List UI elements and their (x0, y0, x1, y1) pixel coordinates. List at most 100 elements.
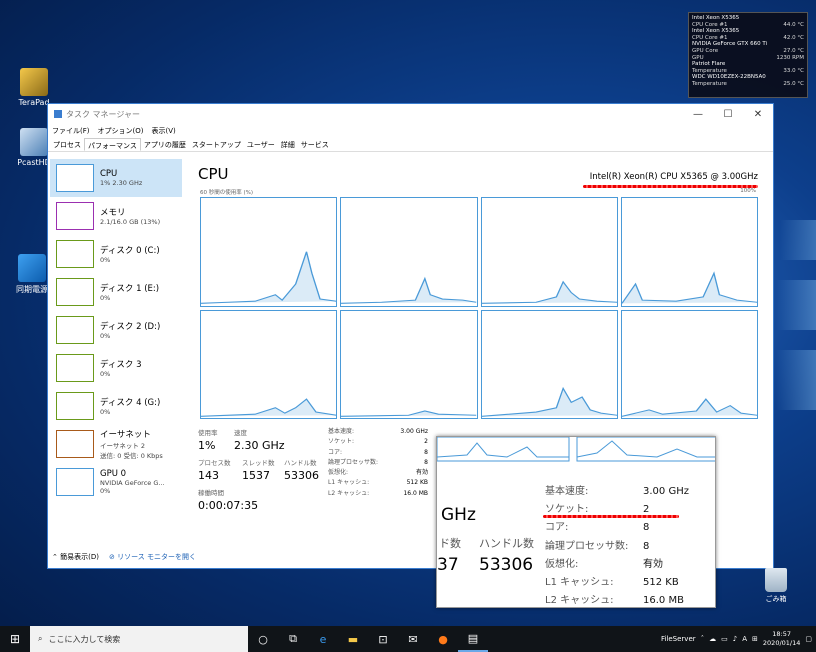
ime-mode-icon[interactable]: ⊞ (752, 635, 758, 643)
network-icon[interactable]: ▭ (721, 635, 728, 643)
notification-icon[interactable]: ▢ (805, 635, 812, 643)
store-icon: ⊡ (378, 632, 388, 646)
core-graph (620, 197, 758, 307)
core-graph (200, 309, 338, 419)
ime-indicator[interactable]: A (742, 635, 747, 643)
sidebar-item-cpu[interactable]: CPU 1% 2.30 GHz (50, 159, 182, 197)
less-details-button[interactable]: ⌃ 簡易表示(D) (52, 552, 99, 562)
core-graph (340, 197, 478, 307)
hw-sensor-value: 27.0 °C (783, 47, 804, 54)
title-bar[interactable]: タスク マネージャー — ☐ ✕ (48, 104, 773, 124)
task-manager-icon (54, 110, 62, 118)
volume-icon[interactable]: ♪ (733, 635, 737, 643)
tab-processes[interactable]: プロセス (50, 138, 84, 151)
sidebar-item-disk4[interactable]: ディスク 4 (G:) 0% (50, 387, 182, 425)
desktop-icon-label: ごみ箱 (765, 595, 787, 603)
hw-sensor-value: 25.0 °C (783, 80, 804, 87)
desktop-icon-recycle-bin[interactable]: ごみ箱 (756, 568, 796, 604)
desktop-icon-terapad[interactable]: TeraPad (12, 68, 56, 107)
maximize-button[interactable]: ☐ (713, 109, 743, 120)
folder-icon: ▬ (347, 632, 359, 646)
disk-mini-graph (56, 392, 94, 420)
task-view-button[interactable]: ⧉ (278, 626, 308, 652)
pcasthd-icon (20, 128, 48, 156)
taskbar-edge[interactable]: e (308, 626, 338, 652)
menu-file[interactable]: ファイル(F) (52, 126, 90, 136)
taskbar-explorer[interactable]: ▬ (338, 626, 368, 652)
spec-label: 論理プロセッサ数: (328, 458, 379, 466)
zoom-graph-strip (437, 437, 715, 462)
hw-sensor-value: 42.0 °C (783, 34, 804, 41)
sidebar-item-gpu[interactable]: GPU 0 NVIDIA GeForce G... 0% (50, 463, 182, 501)
sidebar-item-title: CPU (100, 169, 118, 179)
hw-device-name: WDC WD10EZEX-22BN5A0 (692, 74, 766, 81)
task-view-icon: ⧉ (289, 632, 297, 645)
disk-mini-graph (56, 278, 94, 306)
tab-app-history[interactable]: アプリの履歴 (141, 138, 189, 151)
clock[interactable]: 18:57 2020/01/14 (763, 630, 800, 648)
spec-label: コア: (328, 448, 343, 456)
spec-value: 16.0 MB (643, 595, 684, 607)
terapad-icon (20, 68, 48, 96)
spec-value: 16.0 MB (403, 489, 428, 497)
tab-startup[interactable]: スタートアップ (189, 138, 244, 151)
firefox-icon: ● (438, 632, 448, 646)
tray-toolbar-label[interactable]: FileServer (661, 635, 696, 643)
edge-icon: e (319, 632, 327, 646)
chevron-up-icon[interactable]: ˆ (701, 635, 705, 643)
taskbar-mail[interactable]: ✉ (398, 626, 428, 652)
sidebar-item-title: ディスク 0 (C:) (100, 246, 160, 256)
start-button[interactable]: ⊞ (0, 626, 30, 652)
menu-options[interactable]: オプション(O) (98, 126, 144, 136)
taskbar-task-manager[interactable]: ▤ (458, 626, 488, 652)
sidebar-item-ethernet[interactable]: イーサネット イーサネット 2 送信: 0 受信: 0 Kbps (50, 425, 182, 463)
handles-label: ハンドル数 (284, 459, 317, 467)
cortana-button[interactable]: ○ (248, 626, 278, 652)
minimize-button[interactable]: — (683, 109, 713, 120)
handles-value: 53306 (284, 469, 319, 482)
hw-device-name: NVIDIA GeForce GTX 660 Ti (692, 41, 768, 48)
resource-monitor-link[interactable]: ⊘ リソース モニターを開く (109, 552, 196, 562)
wallpaper-beam (776, 280, 816, 330)
spec-value: 512 KB (406, 479, 428, 487)
menu-view[interactable]: 表示(V) (151, 126, 175, 136)
sidebar-item-memory[interactable]: メモリ 2.1/16.0 GB (13%) (50, 197, 182, 235)
hardware-monitor-widget: Intel Xeon X5365 CPU Core #1 44.0 °C Inte… (688, 12, 808, 98)
sidebar-item-disk1[interactable]: ディスク 1 (E:) 0% (50, 273, 182, 311)
sidebar-item-title: イーサネット (100, 430, 151, 440)
sidebar-item-disk0[interactable]: ディスク 0 (C:) 0% (50, 235, 182, 273)
usage-value: 1% (198, 439, 216, 452)
spec-value: 8 (643, 540, 650, 552)
zoom-threads-label: ド数 (439, 537, 461, 550)
sidebar-item-detail: イーサネット 2 (100, 442, 146, 450)
disk-mini-graph (56, 240, 94, 268)
processes-label: プロセス数 (198, 459, 231, 467)
highlight-underline (543, 515, 679, 518)
sidebar-item-title: ディスク 1 (E:) (100, 284, 160, 294)
threads-value: 1537 (242, 469, 270, 482)
spec-label: 基本速度: (328, 428, 355, 435)
cloud-icon[interactable]: ☁ (709, 635, 716, 643)
sidebar-item-disk3[interactable]: ディスク 3 0% (50, 349, 182, 387)
tab-details[interactable]: 詳細 (278, 138, 298, 151)
hw-sensor-value: 1230 RPM (776, 54, 804, 61)
highlight-underline (583, 185, 758, 188)
tab-performance[interactable]: パフォーマンス (84, 138, 141, 151)
spec-label: 仮想化: (545, 558, 579, 570)
taskbar-store[interactable]: ⊡ (368, 626, 398, 652)
performance-sidebar: CPU 1% 2.30 GHz メモリ 2.1/16.0 GB (13%) ディスク… (50, 159, 182, 539)
close-button[interactable]: ✕ (743, 109, 773, 120)
taskbar-firefox[interactable]: ● (428, 626, 458, 652)
tab-services[interactable]: サービス (298, 138, 332, 151)
gpu-mini-graph (56, 468, 94, 496)
menu-bar: ファイル(F) オプション(O) 表示(V) (48, 124, 773, 138)
tab-users[interactable]: ユーザー (244, 138, 278, 151)
page-title: CPU (198, 165, 229, 183)
spec-value: 有効 (643, 558, 663, 570)
mail-icon: ✉ (408, 632, 418, 646)
sidebar-item-disk2[interactable]: ディスク 2 (D:) 0% (50, 311, 182, 349)
task-manager-icon: ▤ (467, 631, 479, 645)
sidebar-item-detail: 2.1/16.0 GB (13%) (100, 218, 161, 226)
sidebar-item-detail: 0% (100, 370, 111, 378)
search-box[interactable]: ⌕ ここに入力して検索 (30, 626, 248, 652)
